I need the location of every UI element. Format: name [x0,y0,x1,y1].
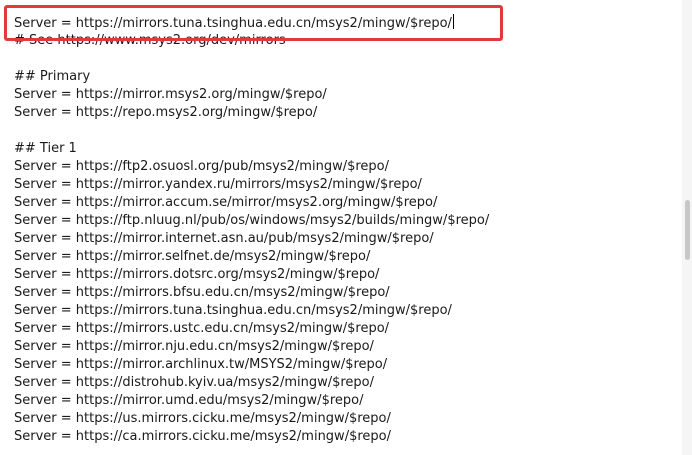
editor-line-8[interactable]: ## Tier 1 [14,140,77,158]
editor-line-16[interactable]: Server = https://mirrors.bfsu.edu.cn/msy… [14,284,390,302]
editor-line-9[interactable]: Server = https://ftp2.osuosl.org/pub/msy… [14,158,389,176]
editor-line-17[interactable]: Server = https://mirrors.tuna.tsinghua.e… [14,302,452,320]
editor-line-13[interactable]: Server = https://mirror.internet.asn.au/… [14,230,434,248]
editor-line-11[interactable]: Server = https://mirror.accum.se/mirror/… [14,194,437,212]
text-caret [452,14,454,29]
editor-line-19[interactable]: Server = https://mirror.nju.edu.cn/msys2… [14,338,374,356]
line-text: Server = https://mirrors.tuna.tsinghua.e… [14,16,452,31]
vertical-scrollbar[interactable] [682,0,692,455]
editor-line-24[interactable]: Server = https://ca.mirrors.cicku.me/msy… [14,428,391,446]
editor-line-6[interactable]: Server = https://repo.msys2.org/mingw/$r… [14,104,317,122]
text-editor[interactable]: Server = https://mirrors.tuna.tsinghua.e… [0,0,682,455]
editor-line-5[interactable]: Server = https://mirror.msys2.org/mingw/… [14,86,327,104]
editor-line-20[interactable]: Server = https://mirror.archlinux.tw/MSY… [14,356,387,374]
scrollbar-thumb[interactable] [685,200,690,260]
editor-line-1[interactable]: Server = https://mirrors.tuna.tsinghua.e… [14,14,454,32]
editor-line-2[interactable]: # See https://www.msys2.org/dev/mirrors [14,32,286,50]
editor-line-12[interactable]: Server = https://ftp.nluug.nl/pub/os/win… [14,212,489,230]
editor-line-18[interactable]: Server = https://mirrors.ustc.edu.cn/msy… [14,320,389,338]
editor-line-4[interactable]: ## Primary [14,68,90,86]
editor-line-21[interactable]: Server = https://distrohub.kyiv.ua/msys2… [14,374,374,392]
editor-line-14[interactable]: Server = https://mirror.selfnet.de/msys2… [14,248,370,266]
editor-line-23[interactable]: Server = https://us.mirrors.cicku.me/msy… [14,410,391,428]
editor-line-10[interactable]: Server = https://mirror.yandex.ru/mirror… [14,176,422,194]
editor-line-22[interactable]: Server = https://mirror.umd.edu/msys2/mi… [14,392,363,410]
editor-line-15[interactable]: Server = https://mirrors.dotsrc.org/msys… [14,266,379,284]
